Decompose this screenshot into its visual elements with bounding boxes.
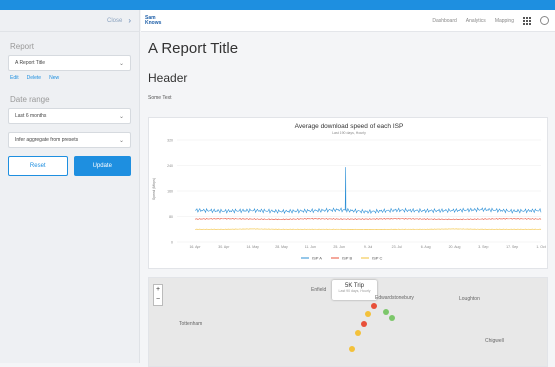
form-buttons: Reset Update [8,156,131,176]
aggregate-select[interactable]: Infer aggregate from presets ⌄ [8,132,131,148]
x-tick-label: 3. Sep [478,245,488,249]
report-select[interactable]: A Report Title ⌄ [8,55,131,71]
map-marker[interactable] [383,309,389,315]
x-tick-label: 25. Jun [333,245,345,249]
map-marker[interactable] [355,330,361,336]
place-label: Chigwell [485,338,504,344]
map-marker[interactable] [361,321,367,327]
main-content: A Report Title Header Some Text [148,40,548,101]
legend-label: ISP B [342,256,352,261]
map-card[interactable]: + − 5K Trip Last 90 days, Hourly Enfield… [148,277,548,367]
report-section-label: Report [10,42,35,51]
y-tick-label: 160 [167,190,173,194]
nav-mapping[interactable]: Mapping [495,18,514,24]
report-actions: Edit Delete New [0,71,139,85]
map-marker[interactable] [365,311,371,317]
series-line-isp-b [194,217,542,221]
date-range-label: Date range [10,95,50,104]
chevron-down-icon: ⌄ [118,113,124,120]
update-button[interactable]: Update [73,156,131,176]
aggregate-value: Infer aggregate from presets [15,137,79,143]
body-text: Some Text [148,95,172,101]
delete-link[interactable]: Delete [27,75,41,81]
y-tick-label: 240 [167,164,173,168]
x-tick-label: 23. Jul [392,245,403,249]
report-select-value: A Report Title [15,60,46,66]
sidebar: Close › Report A Report Title ⌄ Edit Del… [0,10,140,363]
top-accent-bar [0,0,555,10]
logo-line-2: Knows [145,19,162,26]
page-title: A Report Title [148,40,239,57]
speed-chart: Average download speed of each ISP Last … [152,123,546,261]
series-line-isp-c [195,228,542,231]
y-tick-label: 0 [171,241,173,245]
top-navbar: Sam Knows Dashboard Analytics Mapping [141,10,555,32]
nav-dashboard[interactable]: Dashboard [432,18,456,24]
x-tick-label: 9. Jul [364,245,373,249]
section-header: Header [148,71,188,85]
zoom-controls: + − [153,284,163,306]
x-tick-label: 17. Sep [506,245,518,249]
place-label: Loughton [459,296,480,302]
logo[interactable]: Sam Knows [145,15,162,26]
x-tick-label: 16. Apr [189,245,201,249]
place-label: Tottenham [179,321,203,327]
chevron-right-icon: › [128,16,131,25]
legend-label: ISP C [372,256,382,261]
user-icon[interactable] [540,16,549,25]
x-tick-label: 20. Aug [449,245,461,249]
chevron-down-icon: ⌄ [118,60,124,67]
y-tick-label: 320 [167,139,173,143]
chevron-down-icon: ⌄ [118,137,124,144]
x-tick-label: 14. May [246,245,259,249]
x-tick-label: 6. Aug [421,245,431,249]
edit-link[interactable]: Edit [10,75,19,81]
popup-subtitle: Last 90 days, Hourly [338,289,371,293]
map-marker[interactable] [389,315,395,321]
x-tick-label: 28. May [275,245,288,249]
map-marker[interactable] [371,303,377,309]
x-tick-label: 1. Oct [536,245,545,249]
apps-grid-icon[interactable] [523,16,531,25]
nav-links: Dashboard Analytics Mapping [432,16,555,25]
new-link[interactable]: New [49,75,59,81]
y-tick-label: 80 [169,215,173,219]
date-range-select[interactable]: Last 6 months ⌄ [8,108,131,124]
nav-analytics[interactable]: Analytics [466,18,486,24]
legend-label: ISP A [312,256,322,261]
place-label: Enfield [311,287,327,293]
date-range-value: Last 6 months [15,113,47,119]
series-line-isp-a [194,167,542,215]
place-label: Edwardstonebury [375,295,414,301]
x-tick-label: 11. Jun [305,245,316,249]
y-axis-label: Speed (Mbps) [152,178,156,200]
map-marker[interactable] [349,346,355,352]
x-tick-label: 30. Apr [218,245,230,249]
chart-card: Average download speed of each ISP Last … [148,117,548,269]
reset-button[interactable]: Reset [8,156,68,176]
zoom-in-button[interactable]: + [154,285,162,295]
close-label: Close [106,17,123,24]
zoom-out-button[interactable]: − [154,295,162,305]
chart-subtitle: Last 190 days, Hourly [332,131,366,135]
close-sidebar-button[interactable]: Close › [0,10,139,32]
chart-title: Average download speed of each ISP [295,123,404,130]
map-popup: 5K Trip Last 90 days, Hourly [332,280,377,300]
